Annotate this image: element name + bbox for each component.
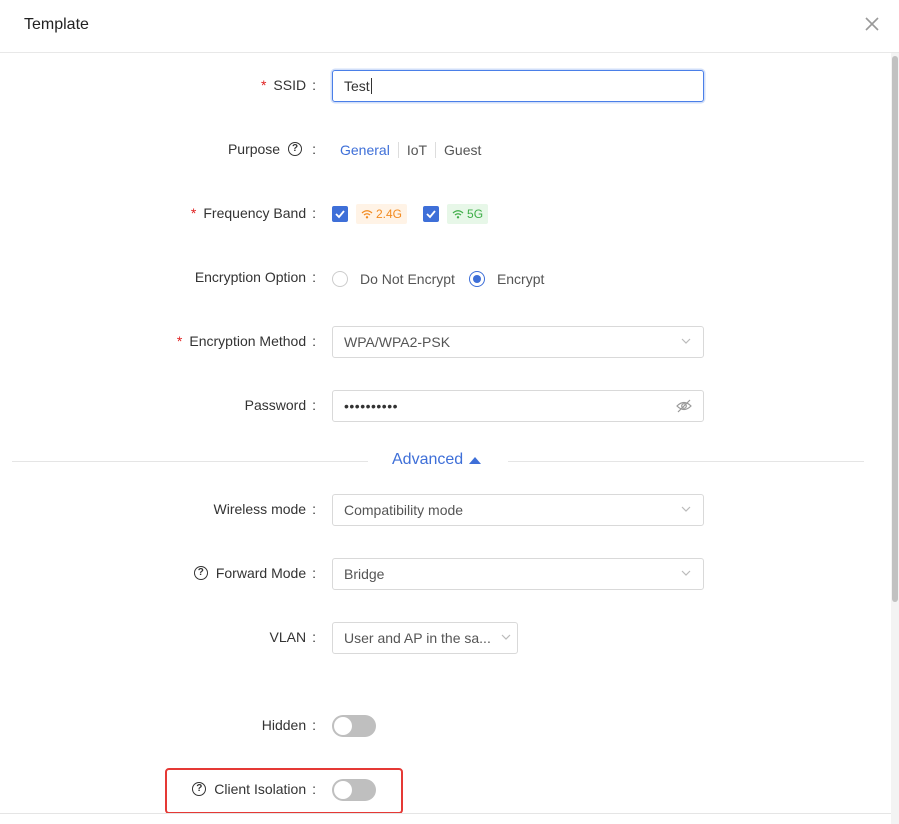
encryption-method-label: * Encryption Method: (176, 333, 316, 349)
wifi-icon (452, 210, 464, 219)
wireless-mode-label: Wireless mode: (213, 501, 316, 517)
hidden-toggle[interactable] (332, 715, 376, 737)
band-5-tag: 5G (447, 204, 489, 224)
ssid-value: Test (344, 78, 370, 94)
advanced-toggle[interactable]: Advanced (392, 451, 482, 469)
password-input[interactable]: •••••••••• (332, 390, 704, 422)
vlan-label: VLAN: (269, 629, 316, 645)
band-24-checkbox[interactable] (332, 206, 348, 222)
dialog-title: Template (24, 16, 89, 33)
band-24-label: 2.4G (376, 207, 403, 221)
password-label: Password: (244, 397, 316, 413)
forward-mode-value: Bridge (344, 566, 385, 582)
highlight-box (165, 768, 403, 814)
frequency-band-options: 2.4G 5G (332, 203, 489, 225)
frequency-band-label: * Frequency Band: (190, 205, 316, 221)
required-mark: * (176, 333, 183, 349)
required-mark: * (190, 205, 197, 221)
purpose-options: General IoT Guest (332, 140, 489, 160)
toggle-knob (334, 717, 352, 735)
wireless-mode-select[interactable]: Compatibility mode (332, 494, 704, 526)
radio-encrypt[interactable] (468, 271, 485, 287)
vlan-value: User and AP in the sa... (344, 630, 491, 646)
band-5-label: 5G (467, 207, 484, 221)
hidden-label: Hidden: (261, 717, 316, 733)
advanced-label: Advanced (392, 451, 464, 468)
required-mark: * (260, 77, 267, 93)
password-value: •••••••••• (344, 398, 399, 414)
encryption-method-select[interactable]: WPA/WPA2-PSK (332, 326, 704, 358)
text-caret (370, 78, 372, 94)
purpose-option-general[interactable]: General (332, 142, 398, 158)
ssid-input[interactable]: Test (332, 70, 704, 102)
dialog-header: Template (0, 0, 899, 53)
radio-do-not-encrypt[interactable] (332, 271, 348, 287)
caret-up-icon (469, 456, 482, 464)
chevron-down-icon (501, 634, 511, 640)
wifi-icon (361, 210, 373, 219)
help-icon[interactable]: ? (193, 566, 208, 580)
divider-left (12, 461, 368, 462)
purpose-label: Purpose?: (227, 141, 316, 157)
chevron-down-icon (681, 570, 691, 576)
do-not-encrypt-label[interactable]: Do Not Encrypt (360, 271, 455, 287)
help-icon[interactable]: ? (288, 142, 303, 156)
band-5-checkbox[interactable] (423, 206, 440, 222)
encryption-option-group: Do Not Encrypt Encrypt (332, 270, 544, 288)
bottom-divider (0, 813, 891, 814)
purpose-option-iot[interactable]: IoT (397, 142, 435, 158)
divider-right (508, 461, 864, 462)
ssid-label: * SSID: (260, 77, 316, 93)
forward-mode-label: ? Forward Mode: (190, 565, 316, 581)
encrypt-label[interactable]: Encrypt (497, 271, 544, 287)
chevron-down-icon (681, 506, 691, 512)
eye-hidden-icon[interactable] (676, 399, 692, 413)
purpose-option-guest[interactable]: Guest (435, 142, 489, 158)
band-24-tag: 2.4G (356, 204, 408, 224)
vlan-select[interactable]: User and AP in the sa... (332, 622, 518, 654)
forward-mode-select[interactable]: Bridge (332, 558, 704, 590)
close-icon[interactable] (862, 14, 882, 34)
chevron-down-icon (681, 338, 691, 344)
scrollbar-thumb[interactable] (892, 56, 898, 602)
encryption-method-value: WPA/WPA2-PSK (344, 334, 451, 350)
wireless-mode-value: Compatibility mode (344, 502, 464, 518)
encryption-option-label: Encryption Option: (194, 269, 316, 285)
